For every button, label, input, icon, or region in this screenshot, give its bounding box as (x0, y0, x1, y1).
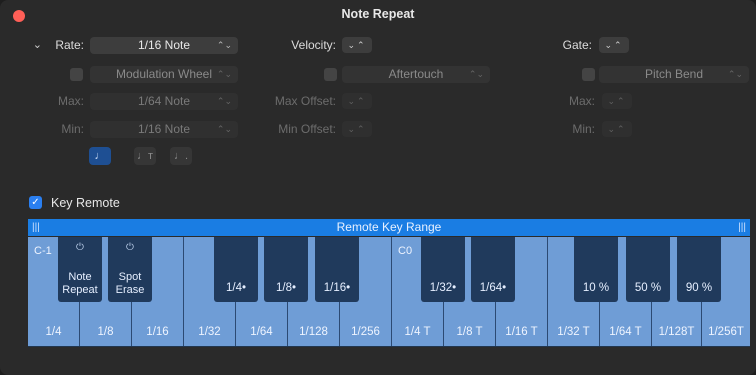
rate-label: Rate: (55, 38, 84, 52)
black-key[interactable]: 10 % (574, 237, 618, 302)
black-key[interactable]: 1/4• (214, 237, 258, 302)
max-label: Max: (57, 94, 84, 108)
select-arrows-icon: ⌃⌄ (216, 69, 232, 79)
min-label: Min: (61, 122, 84, 136)
gate-min-label: Min: (572, 122, 595, 136)
max-value: 1/64 Note (137, 94, 191, 108)
modulation-checkbox[interactable] (70, 68, 83, 81)
max-select[interactable]: 1/64 Note ⌃⌄ (90, 93, 238, 110)
velocity-mod-checkbox[interactable] (324, 68, 337, 81)
black-key[interactable]: 1/8• (264, 237, 308, 302)
rate-select[interactable]: 1/16 Note ⌃⌄ (90, 37, 238, 54)
range-bar-label: Remote Key Range (336, 220, 442, 234)
gate-min-stepper[interactable]: ⌄⌃ (602, 121, 632, 137)
min-select[interactable]: 1/16 Note ⌃⌄ (90, 121, 238, 138)
velocity-source-select[interactable]: Aftertouch ⌃⌄ (342, 66, 490, 83)
remote-key-range-bar[interactable]: ||| Remote Key Range ||| (28, 219, 750, 236)
octave-label: C0 (398, 245, 413, 257)
select-arrows-icon: ⌃⌄ (727, 69, 743, 79)
gate-max-stepper[interactable]: ⌄⌃ (602, 93, 632, 109)
gate-stepper[interactable]: ⌄⌃ (599, 37, 629, 53)
key-remote-checkbox[interactable]: ✓ (29, 196, 42, 209)
window-title: Note Repeat (341, 7, 415, 21)
note-repeat-window: Note Repeat ⌄ Rate: 1/16 Note ⌃⌄ Velocit… (0, 0, 756, 375)
triplet-note-button[interactable]: ♩т (134, 147, 156, 165)
piano-keyboard: 1/4 1/8 1/16 1/32 1/64 1/128 1/256 1/4 T… (28, 237, 750, 347)
gate-mod-checkbox[interactable] (582, 68, 595, 81)
select-arrows-icon: ⌃⌄ (216, 96, 232, 106)
black-key-note-repeat[interactable]: ⏻ Note Repeat (58, 237, 102, 302)
max-offset-stepper[interactable]: ⌄⌃ (342, 93, 372, 109)
black-key-spot-erase[interactable]: ⏻ Spot Erase (108, 237, 152, 302)
velocity-label: Velocity: (291, 38, 336, 52)
gate-max-label: Max: (568, 94, 595, 108)
range-right-handle-icon[interactable]: ||| (738, 219, 746, 236)
octave-label: C-1 (34, 245, 52, 257)
key-remote-label: Key Remote (51, 196, 120, 210)
min-value: 1/16 Note (137, 122, 191, 136)
min-offset-label: Min Offset: (278, 122, 336, 136)
black-key[interactable]: 1/64• (471, 237, 515, 302)
gate-label: Gate: (562, 38, 592, 52)
close-button[interactable] (13, 10, 25, 22)
modulation-source-value: Modulation Wheel (115, 67, 213, 81)
modulation-source-select[interactable]: Modulation Wheel ⌃⌄ (90, 66, 238, 83)
min-offset-stepper[interactable]: ⌄⌃ (342, 121, 372, 137)
black-key[interactable]: 1/32• (421, 237, 465, 302)
black-key[interactable]: 1/16• (315, 237, 359, 302)
select-arrows-icon: ⌃⌄ (468, 69, 484, 79)
select-arrows-icon: ⌃⌄ (216, 40, 232, 50)
max-offset-label: Max Offset: (274, 94, 336, 108)
velocity-source-value: Aftertouch (388, 67, 444, 81)
quarter-note-button[interactable]: ♩ (89, 147, 111, 165)
gate-source-value: Pitch Bend (644, 67, 704, 81)
rate-value: 1/16 Note (137, 38, 191, 52)
gate-source-select[interactable]: Pitch Bend ⌃⌄ (599, 66, 749, 83)
velocity-stepper[interactable]: ⌄⌃ (342, 37, 372, 53)
black-key[interactable]: 90 % (677, 237, 721, 302)
select-arrows-icon: ⌃⌄ (216, 124, 232, 134)
dotted-note-button[interactable]: ♩. (170, 147, 192, 165)
black-key[interactable]: 50 % (626, 237, 670, 302)
range-left-handle-icon[interactable]: ||| (32, 219, 40, 236)
